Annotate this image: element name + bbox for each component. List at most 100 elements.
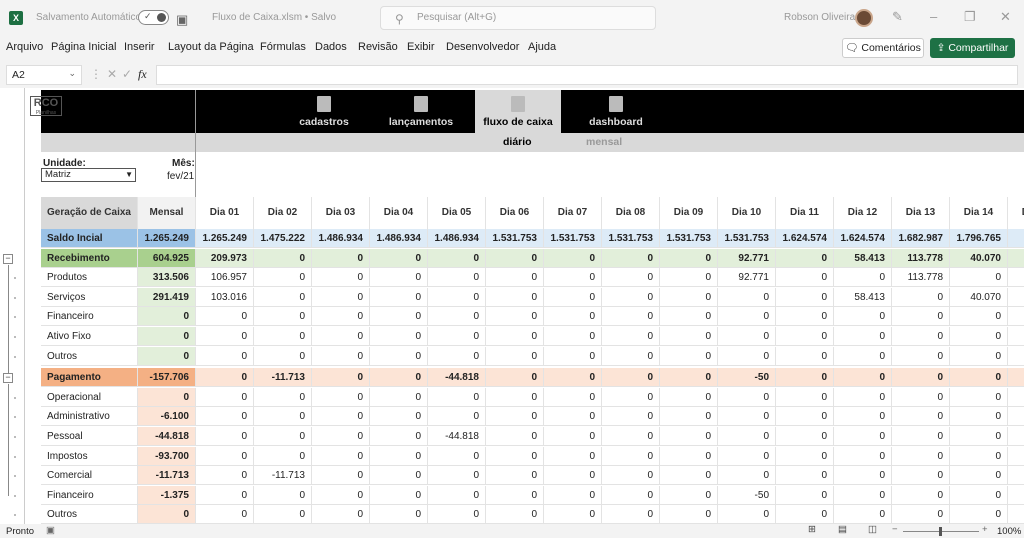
day-value[interactable]: 0 [254,307,312,327]
day-value[interactable]: 0 [718,387,776,407]
day-value[interactable]: 0 [196,427,254,446]
day-value[interactable]: 0 [486,327,544,346]
day-value[interactable]: 0 [776,427,834,446]
day-value[interactable]: 0 [660,505,718,524]
day-value[interactable]: 0 [486,268,544,288]
day-value[interactable]: 0 [544,368,602,388]
day-value[interactable] [1008,387,1024,407]
row-label[interactable]: Operacional [41,387,138,407]
day-value[interactable]: 0 [602,466,660,486]
day-value[interactable]: 0 [370,407,428,427]
ribbon-tab-4[interactable]: Fórmulas [260,41,306,53]
day-value[interactable]: 0 [312,407,370,427]
day-value[interactable]: 0 [544,387,602,407]
save-icon[interactable]: ▣ [176,12,188,28]
row-total[interactable]: -157.706 [138,368,196,388]
day-value[interactable]: 92.771 [718,268,776,288]
day-value[interactable]: 0 [370,387,428,407]
day-value[interactable]: 0 [718,427,776,446]
day-value[interactable]: 0 [312,466,370,486]
day-value[interactable]: 0 [892,387,950,407]
day-value[interactable]: 0 [602,505,660,524]
day-value[interactable]: 0 [834,268,892,288]
row-label[interactable]: Impostos [41,446,138,466]
day-value[interactable] [1008,248,1024,268]
row-label[interactable]: Pessoal [41,427,138,446]
day-value[interactable]: 0 [544,485,602,505]
day-value[interactable]: 0 [660,307,718,327]
day-value[interactable]: 0 [834,485,892,505]
row-label[interactable]: Saldo Incial [41,229,138,248]
day-value[interactable]: 1.265.249 [196,229,254,248]
day-value[interactable]: 0 [312,485,370,505]
day-value[interactable]: 0 [312,427,370,446]
day-value[interactable]: 58.413 [834,287,892,307]
day-value[interactable]: 0 [312,387,370,407]
day-value[interactable] [1008,287,1024,307]
row-label[interactable]: Ativo Fixo [41,327,138,346]
day-value[interactable]: 0 [370,327,428,346]
day-value[interactable]: 1.486.934 [312,229,370,248]
day-value[interactable]: 0 [428,307,486,327]
zoom-slider-thumb[interactable] [939,527,942,536]
ribbon-tab-9[interactable]: Ajuda [528,41,556,53]
ribbon-tab-2[interactable]: Inserir [124,41,155,53]
unidade-dropdown[interactable]: Matriz ▼ [41,168,136,182]
day-value[interactable]: 0 [196,368,254,388]
day-value[interactable] [1008,229,1024,248]
day-value[interactable]: 1.475.222 [254,229,312,248]
day-value[interactable]: 0 [428,346,486,366]
zoom-out-icon[interactable]: − [892,524,898,535]
day-value[interactable]: 0 [834,368,892,388]
day-value[interactable]: 0 [950,466,1008,486]
day-value[interactable]: 0 [602,327,660,346]
day-value[interactable]: 0 [544,287,602,307]
day-value[interactable]: 0 [718,466,776,486]
day-value[interactable]: 0 [428,466,486,486]
nav-lançamentos[interactable]: lançamentos [378,90,464,133]
worksheet[interactable]: RCO Planilhas cadastros lançamentos fluxo d… [0,88,1024,524]
row-label[interactable]: Produtos [41,268,138,288]
day-value[interactable]: 0 [312,248,370,268]
day-value[interactable]: 0 [834,407,892,427]
day-value[interactable]: 0 [950,268,1008,288]
day-value[interactable]: 0 [892,446,950,466]
search-box[interactable]: ⚲ Pesquisar (Alt+G) [380,6,656,30]
row-total[interactable]: -93.700 [138,446,196,466]
restore-icon[interactable]: ❐ [964,9,976,25]
day-value[interactable]: 0 [196,407,254,427]
day-value[interactable]: 0 [370,248,428,268]
row-total[interactable]: 1.265.249 [138,229,196,248]
day-value[interactable]: 0 [602,307,660,327]
day-value[interactable]: 0 [660,446,718,466]
day-value[interactable]: 0 [892,327,950,346]
row-total[interactable]: 0 [138,327,196,346]
day-value[interactable]: 0 [254,407,312,427]
day-value[interactable] [1008,368,1024,388]
day-value[interactable]: 0 [370,346,428,366]
day-value[interactable]: 92.771 [718,248,776,268]
day-value[interactable]: 0 [486,505,544,524]
day-value[interactable]: -11.713 [254,368,312,388]
day-value[interactable]: 0 [602,368,660,388]
day-value[interactable]: 0 [312,327,370,346]
day-value[interactable]: 0 [776,287,834,307]
file-title[interactable]: Fluxo de Caixa.xlsm • Salvo [212,12,336,23]
day-value[interactable]: 0 [428,248,486,268]
row-label[interactable]: Recebimento [41,248,138,268]
day-value[interactable]: 0 [950,505,1008,524]
day-value[interactable]: 1.531.753 [718,229,776,248]
day-value[interactable]: 0 [312,307,370,327]
day-value[interactable]: 0 [834,505,892,524]
day-value[interactable] [1008,505,1024,524]
day-value[interactable]: 0 [950,446,1008,466]
day-value[interactable]: -44.818 [428,427,486,446]
day-value[interactable]: 0 [370,466,428,486]
day-value[interactable]: 0 [892,368,950,388]
day-value[interactable]: 0 [950,346,1008,366]
day-value[interactable]: 0 [718,327,776,346]
name-box[interactable]: A2 ⌄ [6,65,82,85]
day-value[interactable]: 0 [892,505,950,524]
day-value[interactable]: 0 [428,327,486,346]
day-value[interactable]: 0 [486,307,544,327]
